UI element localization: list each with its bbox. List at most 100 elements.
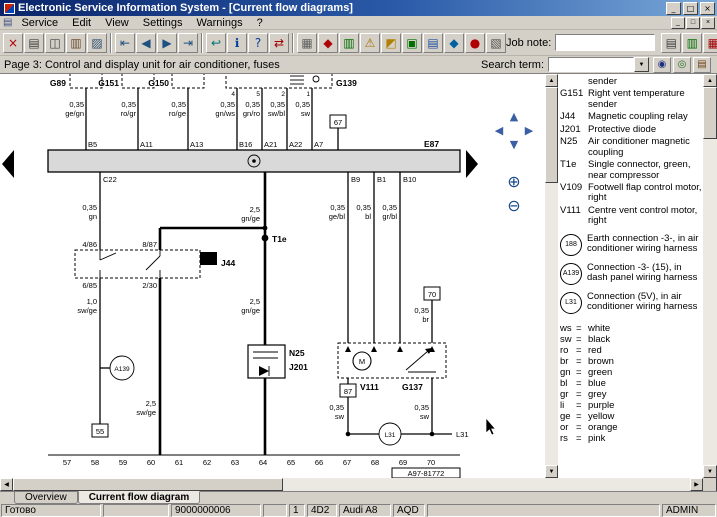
print-preview-button[interactable]: ◫ [45,33,65,53]
wire-color-label: sw [335,412,345,421]
component-box-g150 [172,74,204,88]
component-box-g89 [70,74,102,88]
wire-size-label: 0,35 [330,203,345,212]
track-number: 67 [343,458,351,467]
search-start-button[interactable]: ◉ [653,57,671,73]
next-diagram-arrow[interactable] [466,150,478,178]
diagram-pan-pad: ▲ ◀ ▶ ▼ [492,110,538,152]
exit-button[interactable]: × [3,33,23,53]
wire-size-label: 0,35 [356,203,371,212]
zoom-in-button[interactable]: ⊕ [504,172,524,192]
menu-service[interactable]: Service [14,17,65,29]
wire-size-label: 0,35 [69,100,84,109]
scrollbar-thumb[interactable] [545,87,558,183]
track-number: 59 [119,458,127,467]
info-button[interactable]: ℹ [227,33,247,53]
scroll-right-icon[interactable]: ▶ [690,478,703,491]
parts-button[interactable]: ◆ [318,33,338,53]
menu-settings[interactable]: Settings [136,17,190,29]
legend-item-text: Magnetic coupling relay [588,112,702,122]
terminal-label: A13 [190,140,203,149]
current-track-ruler: 5758596061626364656667686970 [63,458,435,467]
last-page-button[interactable]: ⇥ [178,33,198,53]
legend-item-text: Footwell flap control motor, right [588,183,702,204]
back-button[interactable]: ↩ [206,33,226,53]
track-number: 68 [371,458,379,467]
print-button[interactable]: ▤ [24,33,44,53]
scroll-up-icon[interactable]: ▲ [545,74,558,87]
mouse-cursor [486,418,496,435]
minimize-button[interactable]: _ [666,2,681,15]
previous-page-button[interactable]: ◀ [136,33,156,53]
pin-label: 4/86 [82,240,97,249]
wire-color-label: gn [89,212,97,221]
calculator-button[interactable]: ▦ [297,33,317,53]
wire-color-label: gr/bl [382,212,397,221]
pan-right-button[interactable]: ▶ [522,124,536,138]
track-number: 57 [63,458,71,467]
diagram-canvas[interactable]: G89 G151 G150 G139 4 5 2 1 0,35 ge/gn 0,… [0,74,545,478]
legend-connection-symbol: 188 [560,234,582,256]
menu-help[interactable]: ? [250,17,270,29]
color-code-row: rs=pink [560,434,702,445]
close-button[interactable]: × [700,2,715,15]
vehicle-data-button[interactable]: ▨ [87,33,107,53]
service-docs-button[interactable]: ▥ [66,33,86,53]
archive-button[interactable]: ▧ [486,33,506,53]
wire-size-label: 0,35 [121,100,136,109]
tab-overview[interactable]: Overview [14,492,78,504]
wire-color-label: bl [365,212,371,221]
maintenance-button[interactable]: ▣ [402,33,422,53]
pan-left-button[interactable]: ◀ [492,124,506,138]
scroll-down-icon[interactable]: ▼ [703,465,717,478]
next-page-button[interactable]: ▶ [157,33,177,53]
mdi-minimize-button[interactable]: _ [671,17,685,29]
scroll-up-icon[interactable]: ▲ [703,74,717,87]
status-bar: Готово 9000000006 1 4D2 Audi A8 AQD ADMI… [0,504,717,517]
tab-bar: Overview Current flow diagram [0,491,717,504]
mdi-restore-button[interactable]: □ [686,17,700,29]
hotline-button[interactable]: ● [465,33,485,53]
wire-color-label: sw/ge [136,408,156,417]
first-page-button[interactable]: ⇤ [115,33,135,53]
wiring-diagrams-button[interactable]: ▤ [423,33,443,53]
pan-up-button[interactable]: ▲ [507,110,521,124]
maximize-button[interactable]: □ [683,2,698,15]
horizontal-scrollbar[interactable]: ◀ ▶ [0,478,703,491]
search-print-button[interactable]: ▤ [693,57,711,73]
diagram-vertical-scrollbar[interactable]: ▲ ▼ [545,74,558,478]
menu-edit[interactable]: Edit [65,17,98,29]
menu-view[interactable]: View [98,17,136,29]
scrollbar-thumb[interactable] [13,478,283,491]
zoom-out-button[interactable]: ⊖ [504,196,524,216]
scroll-left-icon[interactable]: ◀ [0,478,13,491]
compare-button[interactable]: ⇄ [269,33,289,53]
job-note-delete-button[interactable]: ▦ [703,33,717,53]
warnings-button[interactable]: ⚠ [360,33,380,53]
job-note-new-button[interactable]: ▤ [661,33,681,53]
scroll-down-icon[interactable]: ▼ [545,465,558,478]
legend-component-id [560,77,588,87]
technical-data-button[interactable]: ◆ [444,33,464,53]
mdi-close-button[interactable]: × [701,17,715,29]
search-next-button[interactable]: ◎ [673,57,691,73]
search-dropdown-arrow-icon[interactable]: ▼ [634,57,649,72]
scrollbar-thumb[interactable] [703,87,717,139]
search-input[interactable] [548,57,634,72]
toolbar: ×▤◫▥▨ ⇤◀▶⇥ ↩ℹ?⇄ ▦◆▥⚠◩▣▤◆●▧ Job note: ▤▥▦ [0,30,717,56]
protection-button[interactable]: ◩ [381,33,401,53]
info-bar: Page 3: Control and display unit for air… [0,56,717,74]
connection-label-a139: A139 [114,366,130,373]
tab-current-flow-diagram[interactable]: Current flow diagram [78,491,201,504]
pan-down-button[interactable]: ▼ [507,138,521,152]
job-note-open-button[interactable]: ▥ [682,33,702,53]
manuals-button[interactable]: ▥ [339,33,359,53]
component-label-t1e: T1e [272,234,287,244]
menu-warnings[interactable]: Warnings [190,17,250,29]
help-button[interactable]: ? [248,33,268,53]
status-order-number: 9000000006 [171,504,261,517]
component-box-n25 [248,345,285,378]
previous-diagram-arrow[interactable] [2,150,14,178]
job-note-input[interactable] [555,34,655,51]
legend-vertical-scrollbar[interactable]: ▲ ▼ [703,74,717,478]
